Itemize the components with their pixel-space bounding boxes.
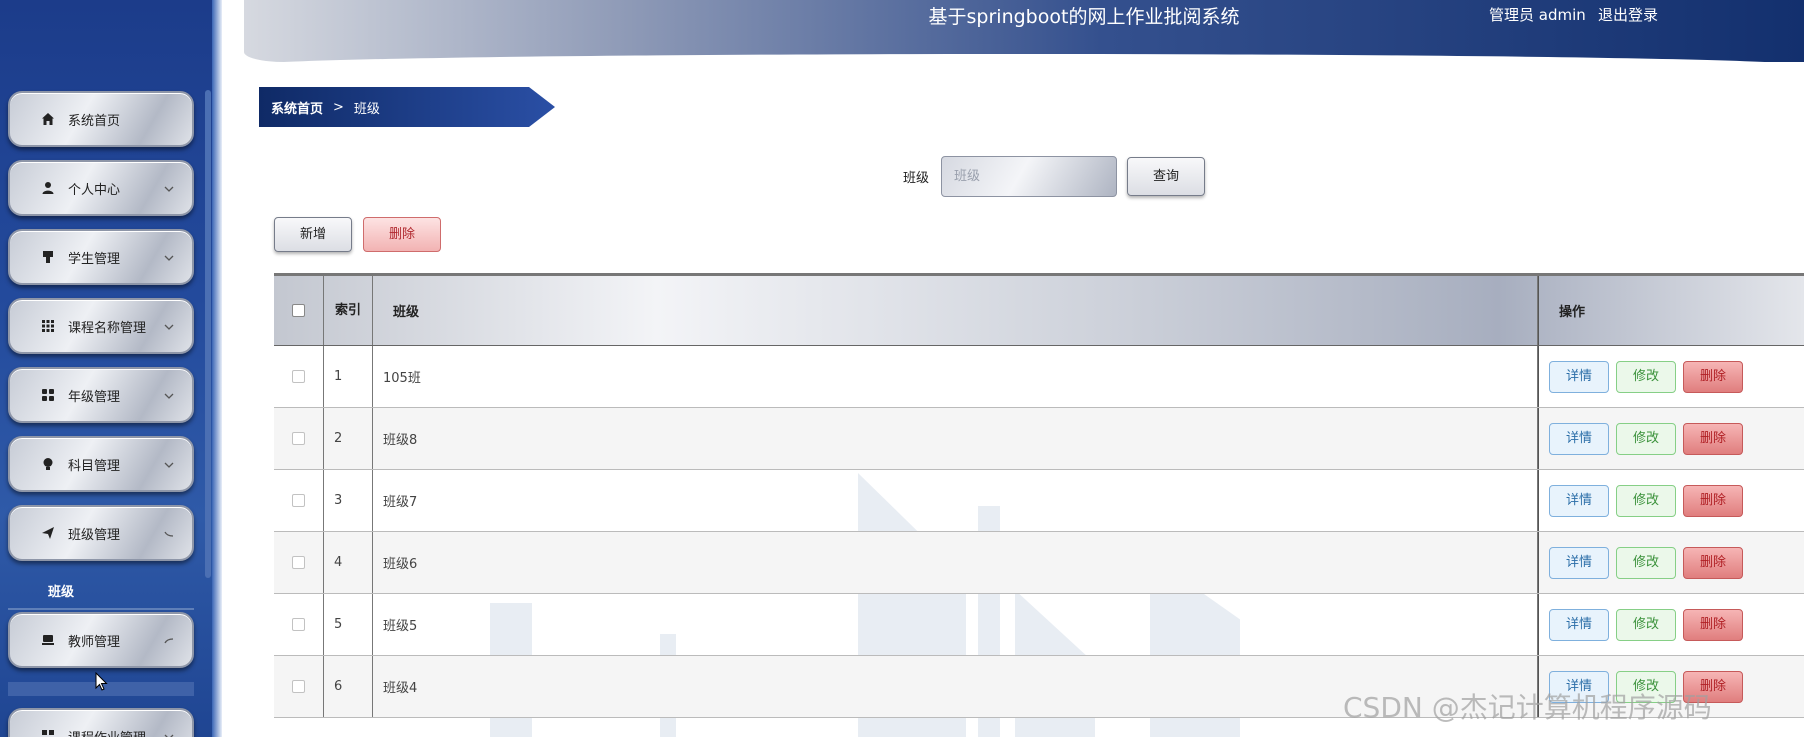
sidebar-item-label: 班级管理: [68, 527, 121, 543]
row-class-name: 班级6: [373, 532, 1538, 593]
chevron-down-icon: [162, 319, 176, 333]
teacher-icon: [40, 632, 56, 648]
sidebar-item-grade[interactable]: 年级管理: [8, 367, 194, 423]
mouse-cursor-icon: [95, 672, 108, 691]
detail-button[interactable]: 详情: [1549, 360, 1609, 393]
delete-button[interactable]: 删除: [1683, 360, 1743, 393]
row-checkbox[interactable]: [292, 494, 305, 507]
chevron-down-icon: [162, 250, 176, 264]
grid-icon: [40, 728, 56, 737]
table-row: 3 班级7 详情 修改 删除: [274, 470, 1804, 532]
table-row: 5 班级5 详情 修改 删除: [274, 594, 1804, 656]
table-header: 索引 班级 操作: [274, 276, 1804, 346]
row-index: 3: [324, 470, 373, 531]
row-checkbox[interactable]: [292, 370, 305, 383]
row-index: 6: [324, 656, 373, 717]
sidebar-item-label: 科目管理: [68, 458, 121, 474]
top-header: 基于springboot的网上作业批阅系统 管理员 admin 退出登录: [244, 0, 1804, 68]
current-user: 管理员 admin: [1489, 6, 1586, 24]
grid-icon: [40, 318, 56, 334]
row-checkbox[interactable]: [292, 556, 305, 569]
sidebar-item-course-homework[interactable]: 课程作业管理: [8, 708, 194, 737]
add-button[interactable]: 新增: [274, 217, 352, 252]
edit-button[interactable]: 修改: [1616, 360, 1676, 393]
class-table: 索引 班级 操作 1 105班 详情 修改 删除 2 班级8 详情 修改 删除 …: [274, 273, 1804, 718]
table-row: 4 班级6 详情 修改 删除: [274, 532, 1804, 594]
sidebar-item-label: 系统首页: [68, 113, 121, 129]
row-class-name: 班级5: [373, 594, 1538, 655]
apps-icon: [40, 387, 56, 403]
table-row: 2 班级8 详情 修改 删除: [274, 408, 1804, 470]
breadcrumb-current: 班级: [353, 101, 380, 117]
home-icon: [40, 111, 56, 127]
delete-button[interactable]: 删除: [1683, 546, 1743, 579]
send-icon: [40, 525, 56, 541]
sidebar-item-label: 教师管理: [68, 634, 121, 650]
logout-link[interactable]: 退出登录: [1598, 4, 1658, 25]
sidebar-scrollbar[interactable]: [205, 90, 211, 578]
row-checkbox[interactable]: [292, 432, 305, 445]
breadcrumb-home[interactable]: 系统首页: [271, 98, 323, 117]
app-title: 基于springboot的网上作业批阅系统: [928, 6, 1240, 28]
chevron-up-icon: [162, 526, 176, 540]
edit-button[interactable]: 修改: [1616, 484, 1676, 517]
chevron-down-icon: [162, 388, 176, 402]
sidebar-item-label: 个人中心: [68, 182, 121, 198]
row-index: 4: [324, 532, 373, 593]
row-index: 1: [324, 346, 373, 407]
search-button[interactable]: 查询: [1127, 157, 1205, 196]
edit-button[interactable]: 修改: [1616, 608, 1676, 641]
row-class-name: 班级8: [373, 408, 1538, 469]
bulb-icon: [40, 456, 56, 472]
column-header-actions: 操作: [1538, 276, 1804, 345]
row-checkbox[interactable]: [292, 618, 305, 631]
sidebar-subitem-class[interactable]: 班级: [8, 576, 194, 610]
sidebar-item-label: 课程名称管理: [68, 320, 147, 336]
sidebar-item-personal[interactable]: 个人中心: [8, 160, 194, 216]
breadcrumb-separator: >: [333, 99, 344, 115]
sidebar-item-course-name[interactable]: 课程名称管理: [8, 298, 194, 354]
delete-button[interactable]: 删除: [1683, 422, 1743, 455]
sidebar-item-label: 课程作业管理: [68, 727, 162, 737]
user-icon: [40, 180, 56, 196]
chevron-down-icon: [162, 457, 176, 471]
breadcrumb: 系统首页 > 班级: [259, 87, 555, 127]
row-class-name: 105班: [373, 346, 1538, 407]
row-class-name: 班级7: [373, 470, 1538, 531]
watermark-text: CSDN @杰记计算机程序源码: [1343, 691, 1712, 724]
row-index: 2: [324, 408, 373, 469]
sidebar-item-home[interactable]: 系统首页: [8, 91, 194, 147]
column-header-class: 班级: [373, 276, 1538, 345]
sidebar-item-label: 年级管理: [68, 389, 121, 405]
batch-delete-button[interactable]: 删除: [363, 217, 441, 252]
row-index: 5: [324, 594, 373, 655]
table-row: 1 105班 详情 修改 删除: [274, 346, 1804, 408]
detail-button[interactable]: 详情: [1549, 546, 1609, 579]
sidebar-item-label: 学生管理: [68, 251, 121, 267]
detail-button[interactable]: 详情: [1549, 484, 1609, 517]
detail-button[interactable]: 详情: [1549, 608, 1609, 641]
detail-button[interactable]: 详情: [1549, 422, 1609, 455]
row-checkbox[interactable]: [292, 680, 305, 693]
sidebar-item-student[interactable]: 学生管理: [8, 229, 194, 285]
chevron-down-icon: [162, 729, 176, 737]
sidebar-item-subject[interactable]: 科目管理: [8, 436, 194, 492]
delete-button[interactable]: 删除: [1683, 608, 1743, 641]
edit-button[interactable]: 修改: [1616, 422, 1676, 455]
edit-button[interactable]: 修改: [1616, 546, 1676, 579]
chevron-up-icon: [162, 633, 176, 647]
search-label: 班级: [903, 171, 930, 186]
student-icon: [40, 249, 56, 265]
sidebar-item-class[interactable]: 班级管理: [8, 505, 194, 561]
column-header-index: 索引: [324, 276, 373, 345]
sidebar: 系统首页 个人中心 学生管理 课程名称管理 年级管理 科目管理 班级管理 班级 …: [0, 0, 222, 737]
delete-button[interactable]: 删除: [1683, 484, 1743, 517]
sidebar-item-teacher[interactable]: 教师管理: [8, 612, 194, 668]
select-all-checkbox[interactable]: [292, 304, 305, 317]
search-input[interactable]: [941, 156, 1117, 197]
chevron-down-icon: [162, 181, 176, 195]
